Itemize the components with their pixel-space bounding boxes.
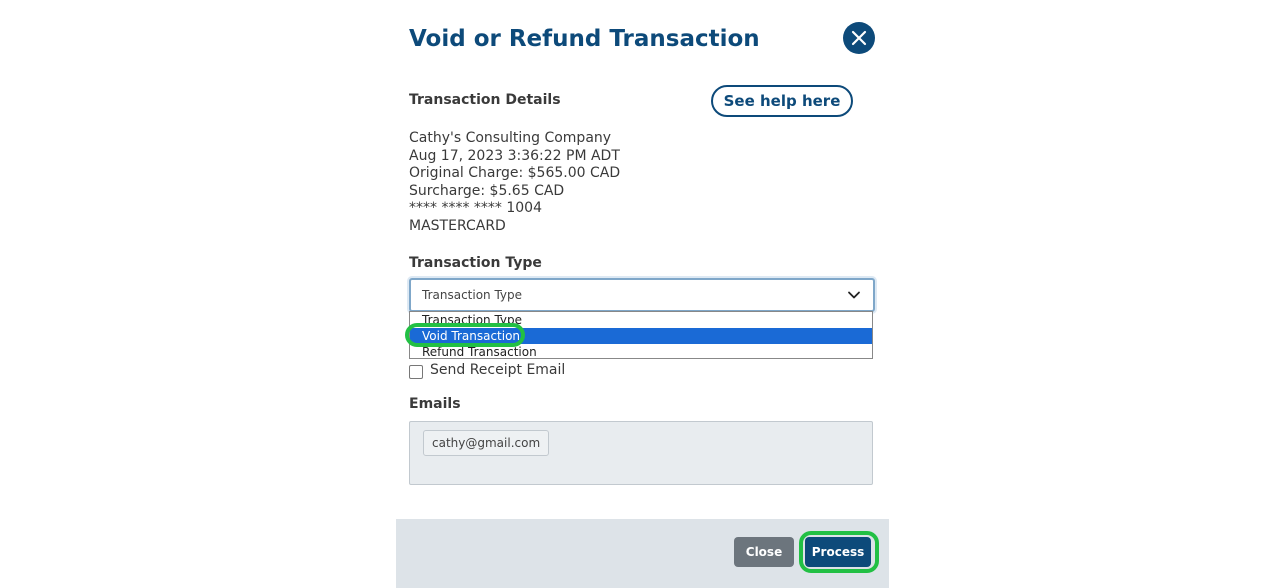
card-number: **** **** **** 1004: [409, 200, 542, 216]
process-button[interactable]: Process: [805, 537, 871, 567]
transaction-datetime: Aug 17, 2023 3:36:22 PM ADT: [409, 147, 620, 164]
transaction-type-dropdown: Transaction Type Void Transaction Refund…: [409, 311, 873, 359]
original-charge: Original Charge: $565.00 CAD: [409, 165, 621, 181]
card-brand: MASTERCARD: [409, 217, 506, 234]
option-refund-transaction[interactable]: Refund Transaction: [410, 344, 872, 360]
chevron-down-icon: [848, 291, 860, 299]
close-button[interactable]: Close: [734, 537, 794, 567]
close-icon: [851, 30, 867, 46]
emails-field[interactable]: cathy@gmail.com: [409, 421, 873, 485]
modal-title: Void or Refund Transaction: [409, 26, 760, 52]
emails-label: Emails: [409, 396, 461, 412]
send-receipt-label: Send Receipt Email: [430, 362, 566, 378]
option-transaction-type[interactable]: Transaction Type: [410, 312, 872, 328]
select-value: Transaction Type: [422, 288, 523, 302]
see-help-button[interactable]: See help here: [711, 85, 853, 117]
transaction-details-heading: Transaction Details: [409, 92, 561, 108]
transaction-type-select[interactable]: Transaction Type: [409, 278, 875, 312]
modal-footer: Close Process: [396, 519, 889, 588]
send-receipt-checkbox[interactable]: [409, 365, 423, 379]
close-modal-button[interactable]: [843, 22, 875, 54]
email-chip[interactable]: cathy@gmail.com: [423, 430, 550, 456]
transaction-details: Cathy's Consulting Company Aug 17, 2023 …: [409, 130, 620, 235]
surcharge: Surcharge: $5.65 CAD: [409, 182, 565, 199]
option-void-transaction[interactable]: Void Transaction: [410, 328, 872, 344]
void-refund-modal: Void or Refund Transaction Transaction D…: [396, 0, 889, 588]
merchant-name: Cathy's Consulting Company: [409, 130, 612, 146]
transaction-type-label: Transaction Type: [409, 255, 542, 271]
